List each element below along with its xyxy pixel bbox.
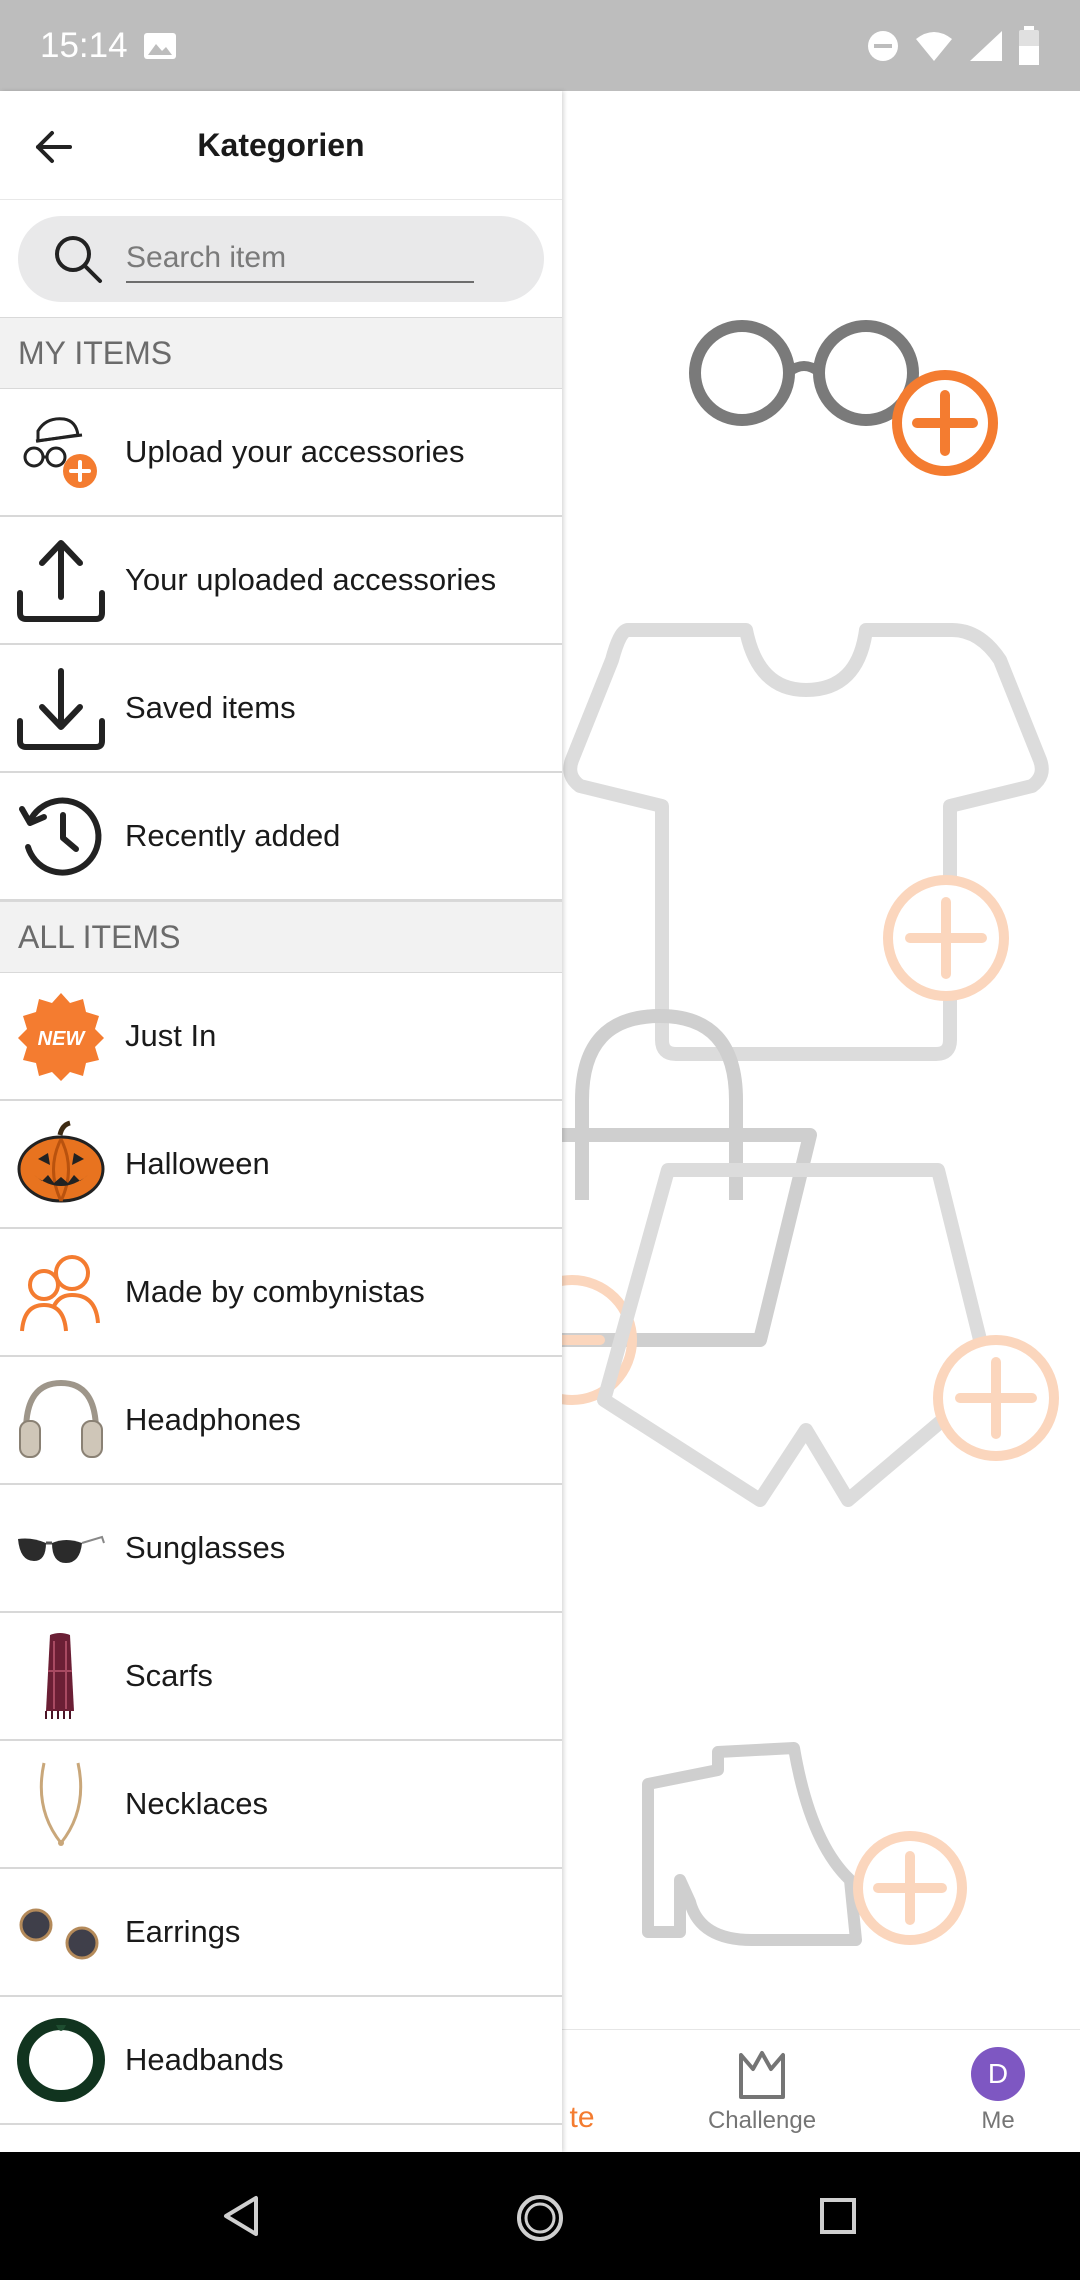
list-item-label: Necklaces [125, 1786, 268, 1821]
nav-me-label: Me [981, 2107, 1015, 2134]
dnd-icon [868, 30, 898, 61]
history-icon [16, 791, 106, 881]
boot-placeholder-icon [642, 1742, 862, 1946]
category-drawer: Kategorien MY ITEMS Upload your ac [0, 91, 562, 2152]
outfit-canvas[interactable] [562, 91, 1080, 2029]
status-time: 15:14 [40, 25, 128, 65]
add-glasses-icon [892, 370, 998, 476]
list-item-headphones[interactable]: Headphones [0, 1357, 562, 1485]
badge-text: NEW [38, 1028, 87, 1050]
list-item-upload-accessories[interactable]: Upload your accessories [0, 389, 562, 517]
list-item-label: Earrings [125, 1914, 241, 1949]
list-item-sunglasses[interactable]: Sunglasses [0, 1485, 562, 1613]
scarf-icon [16, 1631, 106, 1721]
upload-accessories-icon [16, 407, 106, 497]
section-header-my-items: MY ITEMS [0, 317, 562, 389]
nav-me[interactable]: D Me [908, 2030, 1080, 2153]
status-bar: 15:14 [0, 0, 1080, 91]
bottom-navigation: te Challenge D Me [562, 2029, 1080, 2153]
sunglasses-icon [16, 1503, 106, 1593]
list-item-scarfs[interactable]: Scarfs [0, 1613, 562, 1741]
list-item-saved-items[interactable]: Saved items [0, 645, 562, 773]
add-shirt-icon [883, 875, 1009, 1001]
new-badge-icon: NEW [16, 991, 106, 1081]
list-item-made-by-combynistas[interactable]: Made by combynistas [0, 1229, 562, 1357]
page-title: Kategorien [197, 126, 365, 163]
list-item-label: Scarfs [125, 1658, 213, 1693]
home-nav-icon[interactable] [514, 2192, 566, 2244]
signal-icon [970, 30, 1002, 61]
list-item-label: Halloween [125, 1146, 270, 1181]
nav-create-label: te [569, 2101, 595, 2134]
upload-icon [16, 535, 106, 625]
search-icon [55, 235, 102, 283]
drawer-header: Kategorien [0, 91, 562, 200]
avatar: D [971, 2047, 1025, 2101]
list-item-earrings[interactable]: Earrings [0, 1869, 562, 1997]
system-navigation-bar [0, 2152, 1080, 2280]
download-icon [16, 663, 106, 753]
nav-challenge-label: Challenge [707, 2107, 817, 2134]
people-icon [16, 1247, 106, 1337]
list-item-uploaded-accessories[interactable]: Your uploaded accessories [0, 517, 562, 645]
list-item-label: Just In [125, 1018, 217, 1053]
search-box[interactable] [18, 215, 544, 302]
add-shorts-icon [933, 1335, 1059, 1461]
battery-icon [1019, 25, 1039, 65]
list-item-recently-added[interactable]: Recently added [0, 773, 562, 901]
search-input[interactable] [126, 234, 474, 283]
headphones-icon [16, 1375, 106, 1465]
search-bar [0, 200, 562, 317]
earrings-icon [16, 1887, 106, 1977]
list-item-label: Upload your accessories [125, 434, 465, 469]
pumpkin-icon [16, 1119, 106, 1209]
glasses-placeholder-icon [689, 320, 919, 426]
list-item-label: Your uploaded accessories [125, 562, 497, 597]
list-item-label: Headbands [125, 2042, 284, 2077]
crown-icon [739, 2051, 785, 2099]
wifi-icon [916, 31, 952, 61]
list-item-label: Sunglasses [125, 1530, 286, 1565]
list-item-label: Saved items [125, 690, 296, 725]
section-header-all-items: ALL ITEMS [0, 901, 562, 973]
list-item-label: Made by combynistas [125, 1274, 425, 1309]
list-item-label: Headphones [125, 1402, 301, 1437]
list-item-headbands[interactable]: Headbands [0, 1997, 562, 2125]
recents-nav-icon[interactable] [818, 2196, 858, 2236]
back-nav-icon[interactable] [220, 2194, 264, 2238]
headband-icon [16, 2015, 106, 2105]
add-boot-icon [853, 1831, 967, 1945]
list-item-necklaces[interactable]: Necklaces [0, 1741, 562, 1869]
list-item-just-in[interactable]: NEW Just In [0, 973, 562, 1101]
nav-challenge[interactable]: Challenge [672, 2030, 852, 2153]
list-item-halloween[interactable]: Halloween [0, 1101, 562, 1229]
image-notification-icon [143, 32, 176, 59]
list-item-label: Recently added [125, 818, 341, 853]
necklace-icon [16, 1759, 106, 1849]
